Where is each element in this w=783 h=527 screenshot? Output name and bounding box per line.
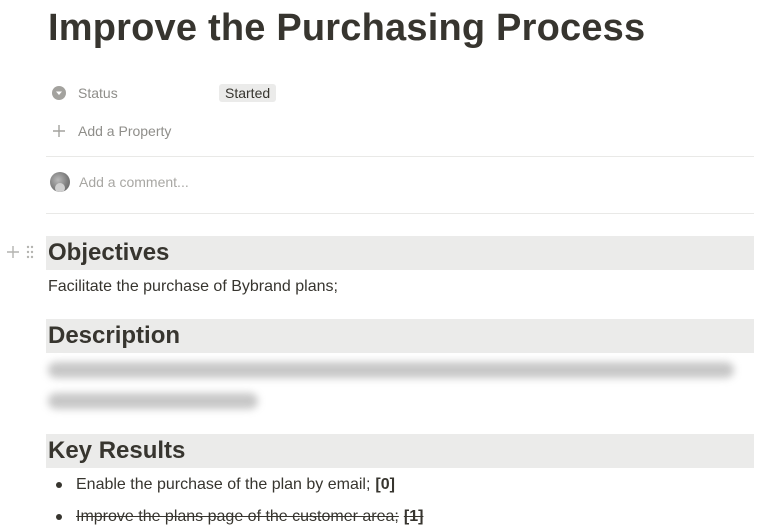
avatar — [50, 172, 70, 192]
description-text-redacted — [48, 393, 258, 409]
heading-key-results[interactable]: Key Results — [46, 434, 754, 468]
bullet-icon — [56, 514, 62, 520]
heading-objectives[interactable]: Objectives — [46, 236, 754, 270]
list-item-tag: [1] — [403, 508, 424, 525]
list-item[interactable]: Enable the purchase of the plan by email… — [48, 476, 395, 494]
objectives-text[interactable]: Facilitate the purchase of Bybrand plans… — [48, 278, 338, 296]
list-item-tag: [0] — [375, 476, 395, 493]
page-title[interactable]: Improve the Purchasing Process — [48, 7, 645, 50]
block-handles — [6, 244, 34, 264]
comment-input-row[interactable]: Add a comment... — [48, 170, 189, 194]
list-item-text: Improve the plans page of the customer a… — [76, 508, 399, 525]
divider — [46, 213, 754, 214]
heading-description-text: Description — [48, 322, 181, 349]
divider — [46, 156, 754, 157]
heading-description[interactable]: Description — [46, 319, 754, 353]
list-item-text: Enable the purchase of the plan by email… — [76, 476, 371, 493]
status-dropdown-icon — [52, 86, 66, 100]
add-property-label: Add a Property — [78, 123, 172, 139]
description-text-redacted — [48, 362, 734, 378]
bullet-icon — [56, 482, 62, 488]
block-add-icon[interactable] — [6, 245, 20, 264]
add-property-button[interactable]: Add a Property — [48, 117, 171, 145]
heading-objectives-text: Objectives — [48, 239, 170, 266]
comment-input[interactable]: Add a comment... — [79, 174, 189, 190]
heading-key-results-text: Key Results — [48, 437, 186, 464]
status-badge[interactable]: Started — [219, 84, 277, 102]
property-status-row[interactable]: Status Started — [48, 79, 277, 107]
list-item[interactable]: Improve the plans page of the customer a… — [48, 508, 423, 526]
plus-icon — [52, 124, 66, 138]
property-status-label: Status — [78, 85, 118, 101]
drag-handle-icon[interactable] — [26, 245, 34, 264]
